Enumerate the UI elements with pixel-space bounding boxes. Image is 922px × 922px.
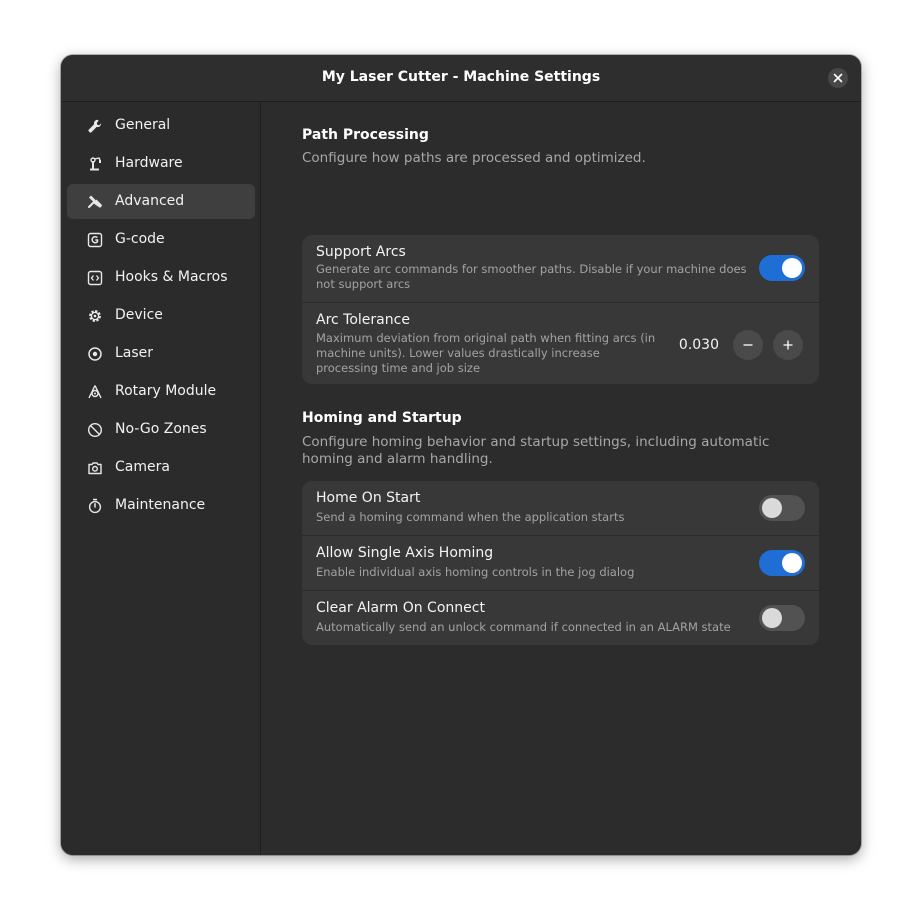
settings-window: My Laser Cutter - Machine Settings Gener… (61, 55, 861, 855)
sidebar: General Hardware Advanced G-code Hooks &… (61, 102, 261, 855)
arc-tolerance-value[interactable]: 0.030 (679, 337, 719, 353)
row-subtitle: Send a homing command when the applicati… (316, 510, 625, 524)
sidebar-item-label: Hardware (115, 155, 183, 171)
sidebar-item-label: General (115, 117, 171, 133)
plus-icon (783, 340, 793, 350)
sidebar-item-label: No-Go Zones (115, 421, 207, 437)
sidebar-item-advanced[interactable]: Advanced (67, 184, 255, 219)
gcode-icon (87, 232, 103, 248)
row-subtitle: Automatically send an unlock command if … (316, 620, 731, 634)
row-subtitle: Generate arc commands for smoother paths… (316, 262, 747, 291)
row-title: Allow Single Axis Homing (316, 545, 494, 561)
switch-knob (782, 258, 802, 278)
section-description: Configure how paths are processed and op… (302, 150, 646, 166)
gear-icon (87, 308, 103, 324)
row-title: Arc Tolerance (316, 312, 410, 328)
clear-alarm-switch[interactable] (759, 605, 805, 631)
sidebar-item-label: Rotary Module (115, 383, 217, 399)
sidebar-item-hooks-macros[interactable]: Hooks & Macros (67, 260, 255, 295)
sidebar-item-maintenance[interactable]: Maintenance (67, 488, 255, 523)
row-title: Home On Start (316, 490, 421, 506)
sidebar-item-hardware[interactable]: Hardware (67, 146, 255, 181)
sidebar-item-label: G-code (115, 231, 165, 247)
row-subtitle: Enable individual axis homing controls i… (316, 565, 635, 579)
tools-icon (87, 194, 103, 210)
sidebar-item-label: Hooks & Macros (115, 269, 228, 285)
row-title: Support Arcs (316, 244, 406, 260)
minus-icon (743, 344, 753, 346)
rotary-icon (87, 384, 103, 400)
sidebar-item-gcode[interactable]: G-code (67, 222, 255, 257)
support-arcs-row[interactable]: Support Arcs Generate arc commands for s… (302, 235, 819, 302)
row-subtitle: Maximum deviation from original path whe… (316, 331, 656, 375)
single-axis-homing-row[interactable]: Allow Single Axis Homing Enable individu… (302, 535, 819, 591)
row-title: Clear Alarm On Connect (316, 600, 485, 616)
sidebar-item-general[interactable]: General (67, 108, 255, 143)
stopwatch-icon (87, 498, 103, 514)
path-processing-card: Support Arcs Generate arc commands for s… (302, 235, 819, 384)
switch-knob (782, 553, 802, 573)
home-on-start-switch[interactable] (759, 495, 805, 521)
sidebar-item-device[interactable]: Device (67, 298, 255, 333)
sidebar-item-label: Device (115, 307, 163, 323)
close-button[interactable] (828, 68, 848, 88)
wrench-icon (87, 118, 103, 134)
sidebar-item-label: Camera (115, 459, 170, 475)
section-title-path-processing: Path Processing (302, 127, 429, 143)
homing-card: Home On Start Send a homing command when… (302, 481, 819, 645)
section-title-homing: Homing and Startup (302, 410, 462, 426)
decrease-button[interactable] (733, 330, 763, 360)
sidebar-item-no-go-zones[interactable]: No-Go Zones (67, 412, 255, 447)
sidebar-item-camera[interactable]: Camera (67, 450, 255, 485)
single-axis-homing-switch[interactable] (759, 550, 805, 576)
close-icon (833, 73, 843, 83)
no-entry-icon (87, 422, 103, 438)
switch-knob (762, 608, 782, 628)
switch-knob (762, 498, 782, 518)
robot-arm-icon (87, 156, 103, 172)
sidebar-item-label: Advanced (115, 193, 185, 209)
settings-content: Path Processing Configure how paths are … (261, 102, 861, 855)
arc-tolerance-row: Arc Tolerance Maximum deviation from ori… (302, 302, 819, 384)
clear-alarm-row[interactable]: Clear Alarm On Connect Automatically sen… (302, 590, 819, 645)
sidebar-item-label: Maintenance (115, 497, 206, 513)
target-icon (87, 346, 103, 362)
sidebar-item-label: Laser (115, 345, 154, 361)
sidebar-item-rotary-module[interactable]: Rotary Module (67, 374, 255, 409)
section-description: Configure homing behavior and startup se… (302, 434, 770, 467)
code-icon (87, 270, 103, 286)
increase-button[interactable] (773, 330, 803, 360)
support-arcs-switch[interactable] (759, 255, 805, 281)
sidebar-item-laser[interactable]: Laser (67, 336, 255, 371)
window-title: My Laser Cutter - Machine Settings (321, 69, 601, 85)
home-on-start-row[interactable]: Home On Start Send a homing command when… (302, 481, 819, 535)
camera-icon (87, 460, 103, 476)
titlebar: My Laser Cutter - Machine Settings (61, 55, 861, 102)
